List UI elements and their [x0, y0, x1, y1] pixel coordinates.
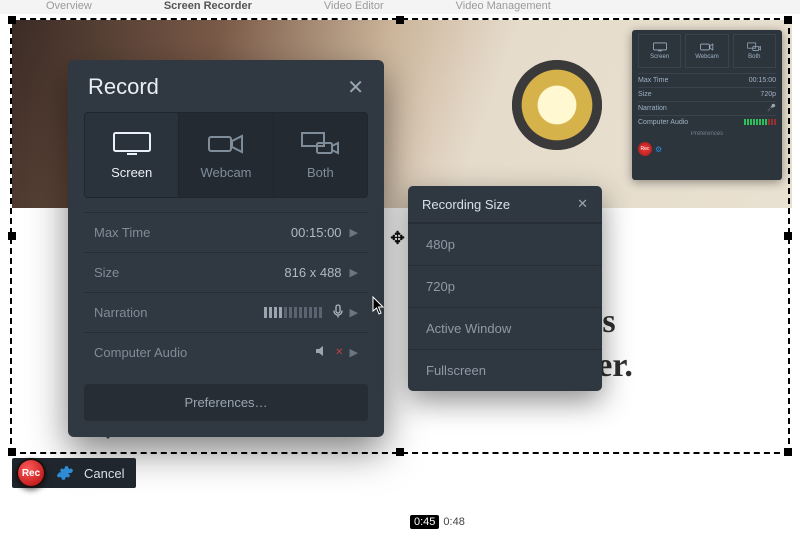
record-source-tabs: Screen Webcam Both: [84, 112, 368, 198]
row-size[interactable]: Size 816 x 488 ▶: [84, 252, 368, 292]
resize-handle-tc[interactable]: [396, 16, 404, 24]
close-icon[interactable]: ✕: [347, 75, 364, 100]
mouse-cursor-icon: [372, 296, 386, 316]
both-icon: [300, 131, 340, 157]
gear-icon: [56, 464, 74, 482]
tab-webcam[interactable]: Webcam: [179, 113, 273, 197]
tab-screen-label: Screen: [111, 165, 152, 180]
size-value: 816 x 488: [284, 265, 341, 280]
tab-both-label: Both: [307, 165, 334, 180]
mute-x-icon: ✕: [335, 347, 343, 358]
settings-button[interactable]: [56, 464, 74, 482]
size-option-480p[interactable]: 480p: [408, 223, 602, 265]
chevron-right-icon: ▶: [350, 346, 358, 359]
tab-screen-recorder[interactable]: Screen Recorder: [158, 0, 258, 12]
speaker-muted-icon: [315, 344, 331, 361]
close-icon[interactable]: ✕: [577, 196, 588, 212]
max-time-value: 00:15:00: [291, 225, 342, 240]
tab-webcam-label: Webcam: [200, 165, 251, 180]
size-menu-header: Recording Size ✕: [408, 186, 602, 223]
computer-audio-label: Computer Audio: [94, 345, 315, 360]
tab-both[interactable]: Both: [274, 113, 367, 197]
record-header: Record ✕: [68, 60, 384, 112]
microphone-icon: [332, 304, 344, 321]
record-button[interactable]: Rec: [16, 458, 46, 488]
record-title: Record: [88, 74, 159, 100]
move-handle-icon[interactable]: ✥: [390, 228, 405, 249]
resize-handle-bc[interactable]: [396, 448, 404, 456]
webcam-icon: [206, 131, 246, 157]
resize-handle-bl[interactable]: [8, 448, 16, 456]
resize-handle-tl[interactable]: [8, 16, 16, 24]
record-popover: Record ✕ Screen Webcam Both Max Time 00:…: [68, 60, 384, 437]
monitor-icon: [112, 131, 152, 157]
playback-time: 0:45 0:48: [410, 515, 465, 529]
input-level-icon: [264, 307, 322, 318]
chevron-right-icon: ▶: [350, 266, 358, 279]
tab-video-editor[interactable]: Video Editor: [318, 0, 390, 12]
row-computer-audio[interactable]: Computer Audio ✕ ▶: [84, 332, 368, 372]
playback-total: 0:48: [443, 516, 464, 528]
size-option-720p[interactable]: 720p: [408, 265, 602, 307]
chevron-right-icon: ▶: [350, 306, 358, 319]
page-topnav: Overview Screen Recorder Video Editor Vi…: [0, 0, 800, 14]
size-menu-title: Recording Size: [422, 197, 510, 212]
size-option-fullscreen[interactable]: Fullscreen: [408, 349, 602, 391]
size-label: Size: [94, 265, 284, 280]
resize-handle-ml[interactable]: [8, 232, 16, 240]
recording-size-menu: Recording Size ✕ 480p 720p Active Window…: [408, 186, 602, 391]
preferences-button[interactable]: Preferences…: [84, 384, 368, 421]
cancel-button[interactable]: Cancel: [84, 466, 124, 481]
narration-label: Narration: [94, 305, 264, 320]
row-max-time[interactable]: Max Time 00:15:00 ▶: [84, 212, 368, 252]
resize-handle-tr[interactable]: [784, 16, 792, 24]
tab-video-management[interactable]: Video Management: [450, 0, 557, 12]
row-narration[interactable]: Narration ▶: [84, 292, 368, 332]
recording-control-bar: Rec Cancel: [12, 458, 136, 488]
resize-handle-br[interactable]: [784, 448, 792, 456]
tab-screen[interactable]: Screen: [85, 113, 179, 197]
max-time-label: Max Time: [94, 225, 291, 240]
chevron-right-icon: ▶: [350, 226, 358, 239]
playback-current: 0:45: [410, 515, 439, 529]
tab-overview[interactable]: Overview: [40, 0, 98, 12]
size-option-active-window[interactable]: Active Window: [408, 307, 602, 349]
resize-handle-mr[interactable]: [784, 232, 792, 240]
